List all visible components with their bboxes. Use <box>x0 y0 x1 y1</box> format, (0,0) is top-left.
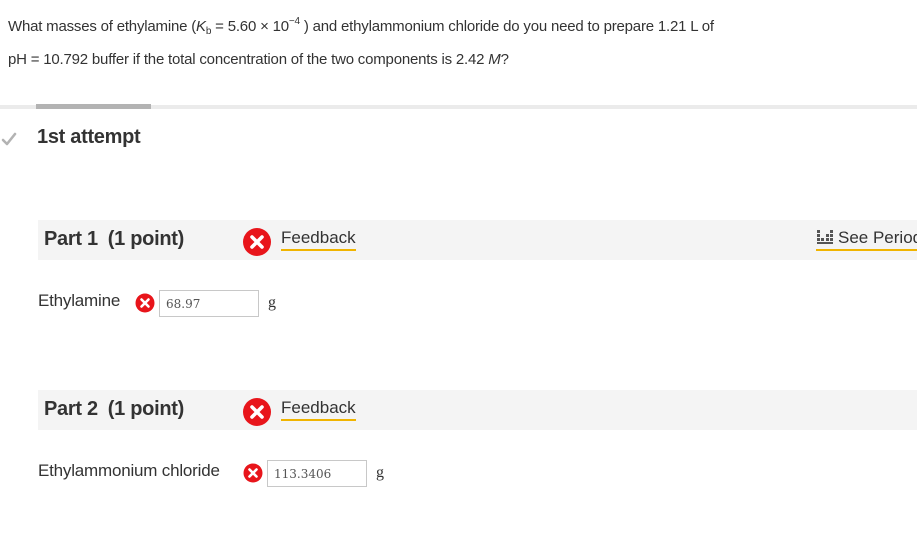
part-2-unit: g <box>376 464 384 481</box>
error-icon <box>243 398 271 426</box>
question-text-segment: = 5.60 <box>211 18 261 35</box>
part-2-answer-label: Ethylammonium chloride <box>38 461 220 480</box>
part-2-label: Part 2 (1 point) <box>44 398 184 421</box>
question-text-segment: pH = 10.792 buffer if the total concentr… <box>8 51 489 68</box>
question-line-1: What masses of ethylamine (Kb = 5.60 × 1… <box>8 8 908 46</box>
part-2-title: Part 2 <box>44 398 98 420</box>
part-1-answer-input[interactable] <box>159 290 259 317</box>
part-1-points: (1 point) <box>107 228 184 250</box>
part-1-unit: g <box>268 294 276 311</box>
part-2-feedback-link[interactable]: Feedback <box>281 397 356 421</box>
question-text: What masses of ethylamine (Kb = 5.60 × 1… <box>8 8 908 74</box>
checkmark-icon <box>1 132 17 146</box>
part-1-feedback-link[interactable]: Feedback <box>281 227 356 251</box>
see-periodic-table-link[interactable]: See Period <box>816 227 917 251</box>
molar-symbol: M <box>488 51 501 68</box>
question-text-segment: What masses of ethylamine ( <box>8 18 197 35</box>
question-text-segment: ? <box>500 51 509 68</box>
attempt-tab-indicator[interactable] <box>36 104 151 109</box>
question-text-segment: 10 <box>268 18 290 35</box>
periodic-table-icon <box>817 230 833 244</box>
error-icon <box>135 293 155 313</box>
part-2-answer-input[interactable] <box>267 460 367 487</box>
part-2-points: (1 point) <box>107 398 184 420</box>
periodic-link-label: See Period <box>838 228 917 247</box>
error-icon <box>243 463 263 483</box>
part-1-title: Part 1 <box>44 228 98 250</box>
kb-symbol: K <box>196 18 206 35</box>
attempt-title: 1st attempt <box>37 126 141 148</box>
part-1-answer-label: Ethylamine <box>38 291 121 310</box>
error-icon <box>243 228 271 256</box>
question-line-2: pH = 10.792 buffer if the total concentr… <box>8 46 908 74</box>
part-1-header: Part 1 (1 point) <box>38 220 917 260</box>
question-text-segment: ) and ethylammonium chloride do you need… <box>299 18 714 35</box>
exponent: −4 <box>288 16 300 27</box>
times-symbol: × <box>260 18 269 35</box>
part-2-header: Part 2 (1 point) <box>38 390 917 430</box>
part-1-label: Part 1 (1 point) <box>44 228 184 251</box>
